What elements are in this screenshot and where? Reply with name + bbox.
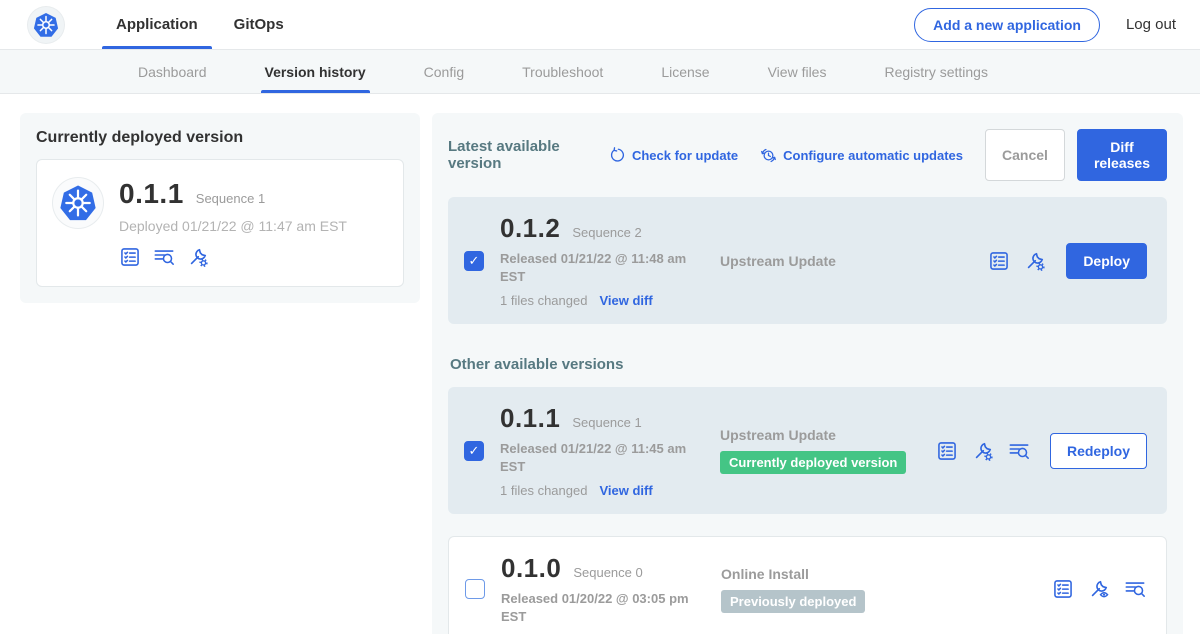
check-icon: ✓: [469, 254, 480, 267]
version-source-label: Upstream Update: [720, 253, 988, 269]
clock-refresh-icon: [760, 147, 777, 164]
version-number: 0.1.0: [501, 553, 561, 584]
version-checkbox[interactable]: ✓: [464, 251, 484, 271]
version-card-0-1-0: 0.1.0 Sequence 0 Released 01/20/22 @ 03:…: [448, 536, 1167, 634]
subnav-registry-settings[interactable]: Registry settings: [884, 50, 987, 93]
released-timestamp: Released 01/20/22 @ 03:05 pm EST: [501, 590, 691, 625]
release-notes-icon[interactable]: [936, 440, 958, 462]
version-card-0-1-2: ✓ 0.1.2 Sequence 2 Released 01/21/22 @ 1…: [448, 197, 1167, 324]
logout-link[interactable]: Log out: [1126, 16, 1176, 33]
release-notes-icon[interactable]: [988, 250, 1010, 272]
view-diff-link[interactable]: View diff: [599, 293, 652, 308]
sequence-label: Sequence 2: [572, 225, 641, 240]
version-checkbox[interactable]: [465, 579, 485, 599]
deployed-sequence-label: Sequence 1: [196, 191, 265, 206]
deployed-panel-title: Currently deployed version: [36, 129, 404, 147]
files-changed-label: 1 files changed: [500, 483, 587, 498]
check-for-update-link[interactable]: Check for update: [609, 147, 738, 164]
deployed-version-card: 0.1.1 Sequence 1 Deployed 01/21/22 @ 11:…: [36, 159, 404, 287]
view-files-icon[interactable]: [153, 246, 175, 268]
top-header: Application GitOps Add a new application…: [0, 0, 1200, 50]
available-header: Latest available version Check for updat…: [448, 129, 1167, 181]
subnav-dashboard[interactable]: Dashboard: [138, 50, 207, 93]
refresh-icon: [609, 147, 626, 164]
header-right: Add a new application Log out: [914, 0, 1176, 49]
subnav-license[interactable]: License: [661, 50, 709, 93]
kubernetes-logo-icon: [28, 7, 64, 43]
deploy-button[interactable]: Deploy: [1066, 243, 1147, 279]
subnav-troubleshoot[interactable]: Troubleshoot: [522, 50, 603, 93]
subnav-config[interactable]: Config: [424, 50, 464, 93]
currently-deployed-panel: Currently deployed version 0.1.1 Sequenc…: [20, 113, 420, 303]
configure-auto-updates-label: Configure automatic updates: [783, 148, 963, 163]
version-card-0-1-1: ✓ 0.1.1 Sequence 1 Released 01/21/22 @ 1…: [448, 387, 1167, 514]
check-icon: ✓: [469, 444, 480, 457]
version-checkbox[interactable]: ✓: [464, 441, 484, 461]
version-source-label: Online Install: [721, 566, 1052, 582]
deployed-version-number: 0.1.1: [119, 178, 184, 210]
header-tabs: Application GitOps: [98, 0, 302, 49]
cancel-button[interactable]: Cancel: [985, 129, 1065, 181]
subnav-version-history[interactable]: Version history: [265, 50, 366, 93]
check-for-update-label: Check for update: [632, 148, 738, 163]
released-timestamp: Released 01/21/22 @ 11:48 am EST: [500, 250, 690, 285]
view-files-icon[interactable]: [1008, 440, 1030, 462]
previously-deployed-badge: Previously deployed: [721, 590, 865, 613]
edit-config-icon[interactable]: [1024, 250, 1046, 272]
add-application-button[interactable]: Add a new application: [914, 8, 1100, 42]
deployed-timestamp: Deployed 01/21/22 @ 11:47 am EST: [119, 218, 387, 234]
available-versions-panel: Latest available version Check for updat…: [432, 113, 1183, 634]
app-subnav: Dashboard Version history Config Trouble…: [0, 50, 1200, 94]
release-notes-icon[interactable]: [119, 246, 141, 268]
tab-gitops[interactable]: GitOps: [216, 0, 302, 49]
currently-deployed-badge: Currently deployed version: [720, 451, 906, 474]
configure-auto-updates-link[interactable]: Configure automatic updates: [760, 147, 963, 164]
sequence-label: Sequence 1: [572, 415, 641, 430]
released-timestamp: Released 01/21/22 @ 11:45 am EST: [500, 440, 690, 475]
view-diff-link[interactable]: View diff: [599, 483, 652, 498]
version-source-label: Upstream Update: [720, 427, 936, 443]
redeploy-button[interactable]: Redeploy: [1050, 433, 1147, 469]
sequence-label: Sequence 0: [573, 565, 642, 580]
diff-releases-button[interactable]: Diff releases: [1077, 129, 1167, 181]
files-changed-label: 1 files changed: [500, 293, 587, 308]
subnav-view-files[interactable]: View files: [768, 50, 827, 93]
kubernetes-app-icon: [53, 178, 103, 228]
release-notes-icon[interactable]: [1052, 578, 1074, 600]
version-number: 0.1.1: [500, 403, 560, 434]
edit-config-icon[interactable]: [187, 246, 209, 268]
tab-application[interactable]: Application: [98, 0, 216, 49]
edit-config-icon[interactable]: [972, 440, 994, 462]
app-logo[interactable]: [28, 0, 64, 49]
version-number: 0.1.2: [500, 213, 560, 244]
view-files-icon[interactable]: [1124, 578, 1146, 600]
other-versions-title: Other available versions: [450, 356, 1167, 373]
available-panel-title: Latest available version: [448, 138, 595, 172]
view-config-icon[interactable]: [1088, 578, 1110, 600]
main-content: Currently deployed version 0.1.1 Sequenc…: [0, 94, 1200, 634]
